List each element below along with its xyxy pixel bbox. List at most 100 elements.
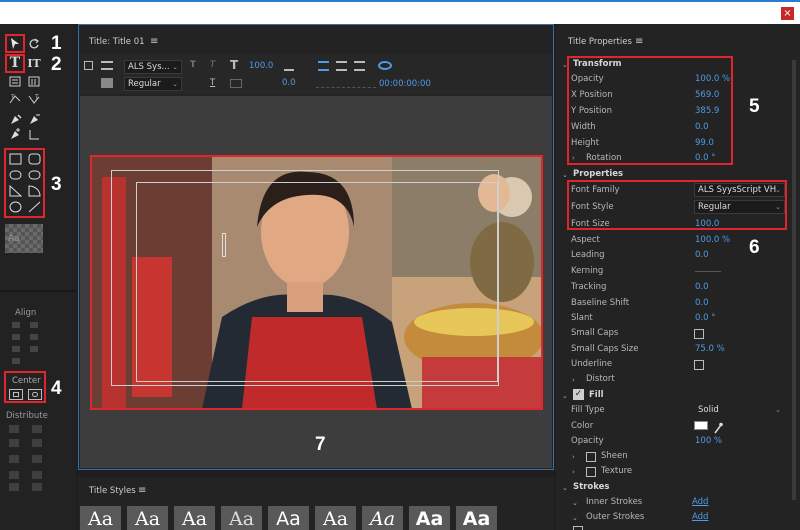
kerning-label: Kerning [571, 266, 604, 276]
vertical-area-type-tool-icon[interactable] [27, 76, 41, 89]
vertical-type-tool-icon[interactable]: IT [26, 57, 42, 70]
fill-color-swatch[interactable] [694, 421, 708, 430]
title-styles-tab[interactable]: Title Styles [89, 486, 136, 496]
bold-button-icon[interactable]: T [190, 60, 196, 70]
title-style-swatch[interactable]: Aa [221, 506, 262, 530]
texture-checkbox[interactable] [586, 467, 596, 477]
inner-strokes-expand-icon[interactable]: ⌄ [572, 499, 578, 507]
callout-box-shape-tools [4, 148, 45, 218]
title-style-swatch[interactable]: Aa [174, 506, 215, 530]
convert-anchor-point-tool-icon[interactable] [27, 128, 41, 141]
tab-stops-icon[interactable] [101, 61, 113, 70]
close-window-button[interactable]: × [781, 7, 794, 20]
title-style-swatch[interactable]: Aa [362, 506, 403, 530]
texture-expand-icon[interactable]: › [572, 468, 575, 476]
title-properties-menu-icon[interactable]: ≡ [635, 36, 643, 47]
tab-icons-row [316, 79, 376, 88]
vertical-path-type-tool-icon[interactable]: T [27, 93, 41, 106]
properties-scrollbar[interactable] [792, 60, 796, 500]
show-background-video-icon[interactable] [378, 61, 392, 70]
distort-row[interactable]: Distort [586, 372, 786, 387]
sheen-checkbox[interactable] [586, 452, 596, 462]
inner-strokes-add-link[interactable]: Add [692, 495, 708, 510]
title-styles-menu-icon[interactable]: ≡ [138, 485, 146, 496]
callout-number-7: 7 [315, 434, 326, 455]
editor-kerning-value[interactable]: 0.0 [282, 78, 296, 88]
area-type-tool-icon[interactable] [8, 76, 22, 89]
underline-row: Underline [571, 357, 786, 372]
callout-number-6: 6 [749, 237, 760, 258]
sheen-row: Sheen [601, 449, 701, 464]
leading-label: Leading [571, 250, 605, 260]
callout-number-1: 1 [51, 33, 62, 54]
callout-number-3: 3 [51, 174, 62, 195]
underline-checkbox[interactable] [694, 360, 704, 370]
title-style-swatch[interactable]: Aa [80, 506, 121, 530]
outer-strokes-add-link[interactable]: Add [692, 510, 708, 525]
title-editor-tab[interactable]: Title: Title 01 [89, 37, 145, 47]
small-caps-size-value[interactable]: 75.0 % [695, 342, 725, 357]
callout-box-font-properties [567, 180, 787, 230]
sheen-expand-icon[interactable]: › [572, 453, 575, 461]
fill-checkbox[interactable]: ✓ [573, 389, 584, 400]
underline-button-icon[interactable]: T [210, 78, 215, 88]
editor-font-family-select[interactable]: ALS Sys... ⌄ [124, 60, 182, 74]
small-caps-row: Small Caps [571, 326, 786, 341]
outer-strokes-expand-icon[interactable]: ⌄ [572, 514, 578, 522]
style-swatch-preview[interactable]: Aa [5, 224, 43, 253]
kerning-row: Kerning [571, 264, 786, 279]
strokes-section-header[interactable]: Strokes [573, 482, 609, 492]
aspect-value[interactable]: 100.0 % [695, 233, 730, 248]
align-right-icon[interactable] [354, 61, 365, 71]
underline-label: Underline [571, 359, 613, 369]
svg-text:T: T [34, 94, 39, 101]
tracking-value[interactable]: 0.0 [695, 280, 709, 295]
fill-opacity-value[interactable]: 100 % [695, 434, 722, 449]
fill-type-select[interactable]: Solid ⌄ [694, 403, 785, 417]
leading-icon [284, 60, 294, 71]
rotation-tool-icon[interactable] [27, 37, 41, 50]
pen-tool-icon[interactable] [8, 113, 22, 126]
title-style-swatch[interactable]: Aa [315, 506, 356, 530]
properties-section-header[interactable]: Properties [573, 169, 623, 179]
window-titlebar: × [0, 0, 800, 24]
path-type-tool-icon[interactable]: T [8, 93, 22, 106]
fill-color-row: Color [571, 419, 786, 434]
editor-font-size-value[interactable]: 100.0 [249, 61, 273, 71]
small-caps-checkbox[interactable] [694, 329, 704, 339]
templates-icon[interactable] [101, 78, 113, 88]
fill-collapse-icon[interactable]: ⌄ [562, 392, 568, 400]
italic-button-icon[interactable]: T [210, 60, 215, 70]
strokes-collapse-icon[interactable]: ⌄ [562, 484, 568, 492]
add-anchor-point-tool-icon[interactable] [8, 128, 22, 141]
callout-number-2: 2 [51, 54, 62, 75]
align-buttons-icon[interactable] [10, 320, 42, 365]
slant-value[interactable]: 0.0 ° [695, 311, 715, 326]
leading-value[interactable]: 0.0 [695, 248, 709, 263]
slant-row: Slant 0.0 ° [571, 311, 786, 326]
shadow-checkbox[interactable] [573, 526, 583, 530]
align-label: Align [15, 308, 37, 318]
roll-crawl-options-icon[interactable] [84, 61, 93, 70]
properties-collapse-icon[interactable]: ⌄ [562, 171, 568, 179]
eyedropper-icon[interactable] [713, 419, 723, 434]
distort-expand-icon[interactable]: › [572, 376, 575, 384]
fill-section-header[interactable]: Fill [589, 390, 604, 400]
kerning-value[interactable] [695, 271, 721, 272]
title-editor-menu-icon[interactable]: ≡ [150, 36, 158, 47]
distribute-buttons-icon[interactable] [8, 423, 48, 493]
title-style-swatch[interactable]: Aa [268, 506, 309, 530]
slant-label: Slant [571, 313, 593, 323]
title-style-swatch[interactable]: Aa [409, 506, 450, 530]
title-style-swatch[interactable]: Aa [127, 506, 168, 530]
fill-type-label: Fill Type [571, 405, 605, 415]
editor-timecode[interactable]: 00:00:00:00 [379, 79, 431, 89]
delete-anchor-point-tool-icon[interactable] [27, 113, 41, 126]
baseline-shift-value[interactable]: 0.0 [695, 296, 709, 311]
editor-font-style-select[interactable]: Regular ⌄ [124, 77, 182, 91]
align-center-icon[interactable] [336, 61, 347, 71]
title-style-swatch[interactable]: Aa [456, 506, 497, 530]
tracking-label: Tracking [571, 282, 607, 292]
align-left-icon[interactable] [318, 61, 329, 71]
title-properties-tab[interactable]: Title Properties [568, 37, 632, 47]
